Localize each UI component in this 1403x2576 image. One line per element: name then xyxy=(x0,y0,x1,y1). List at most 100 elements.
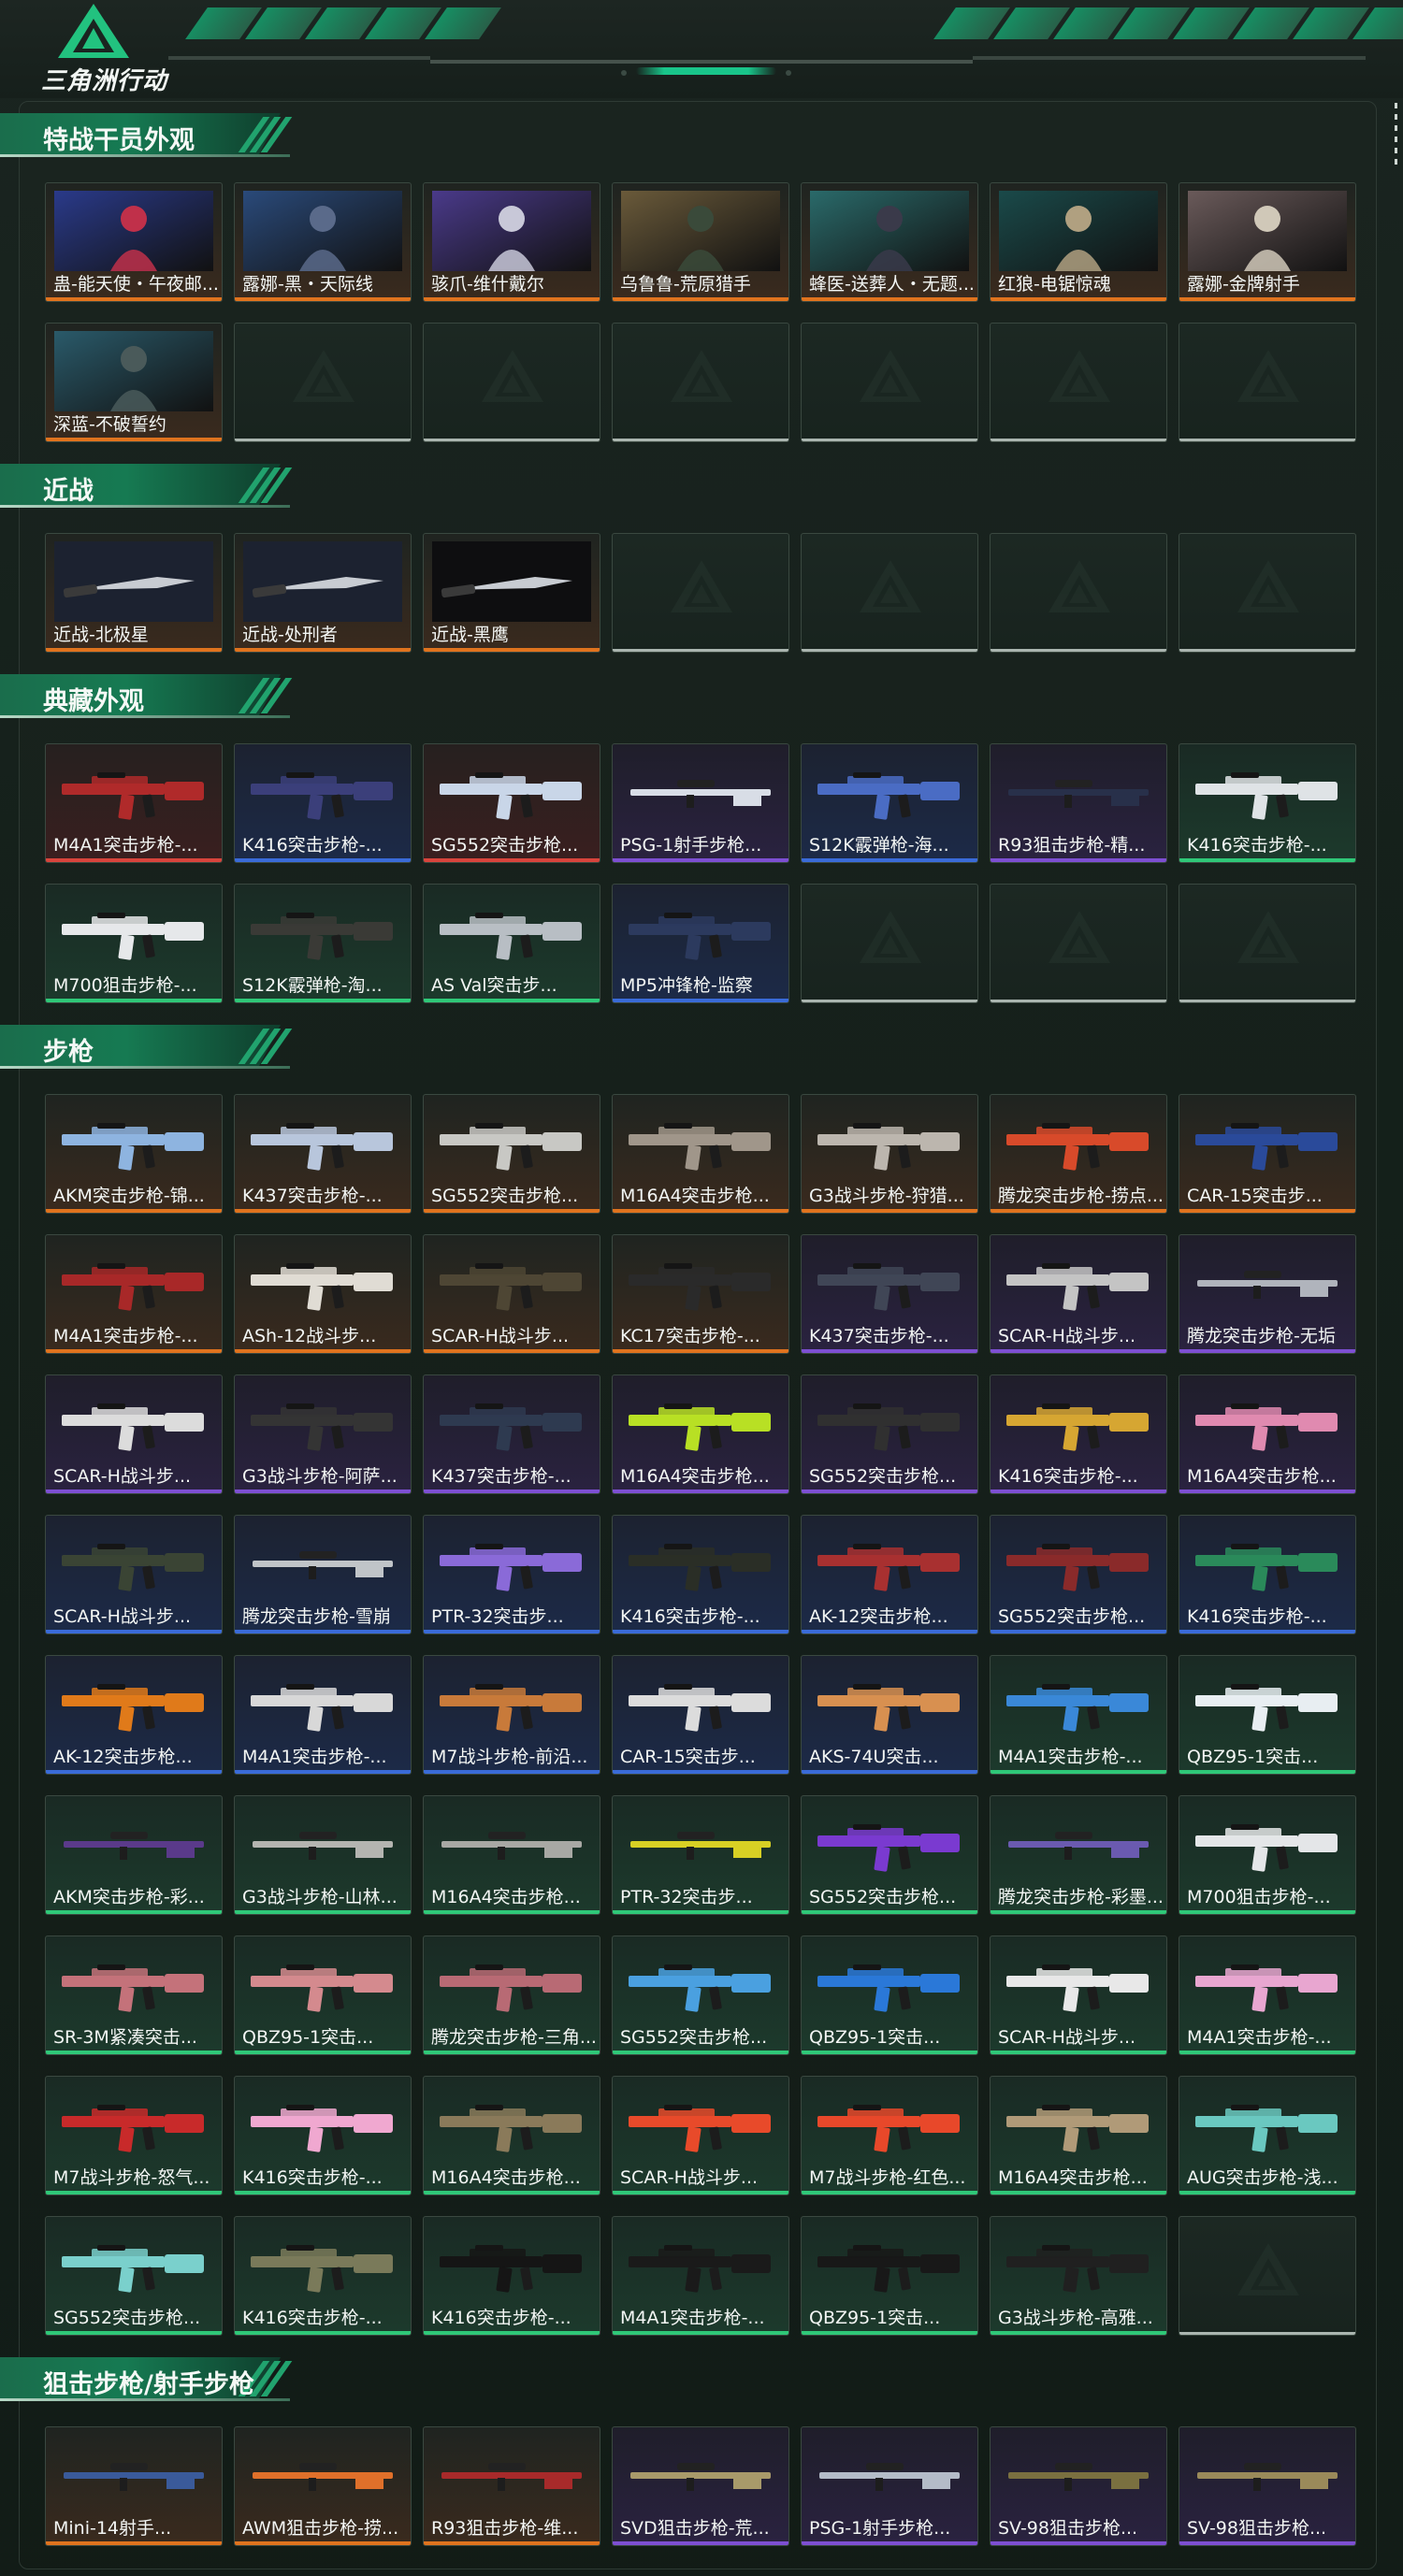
item-card[interactable]: G3战斗步枪-山林... xyxy=(234,1795,412,1915)
item-card[interactable]: CAR-15突击步... xyxy=(1179,1094,1356,1214)
item-card[interactable]: K416突击步枪-... xyxy=(234,743,412,863)
item-card[interactable]: K437突击步枪-... xyxy=(423,1374,600,1494)
item-card[interactable]: M16A4突击步枪... xyxy=(1179,1374,1356,1494)
item-card[interactable]: AS Val突击步... xyxy=(423,884,600,1003)
item-card[interactable]: QBZ95-1突击... xyxy=(801,2216,978,2336)
item-card[interactable]: SG552突击步枪... xyxy=(612,1936,789,2055)
item-card[interactable]: 蜂医-送葬人・无题... xyxy=(801,182,978,302)
item-card[interactable]: 腾龙突击步枪-无垢 xyxy=(1179,1234,1356,1354)
item-card[interactable]: SG552突击步枪... xyxy=(990,1515,1167,1634)
item-card[interactable]: M16A4突击步枪... xyxy=(990,2076,1167,2195)
item-card[interactable]: SCAR-H战斗步... xyxy=(990,1936,1167,2055)
item-card[interactable]: 骇爪-维什戴尔 xyxy=(423,182,600,302)
item-card[interactable]: M16A4突击步枪... xyxy=(423,1795,600,1915)
item-card[interactable]: S12K霰弹枪-淘... xyxy=(234,884,412,1003)
item-card[interactable]: SCAR-H战斗步... xyxy=(612,2076,789,2195)
item-card[interactable]: M700狙击步枪-... xyxy=(45,884,223,1003)
item-card[interactable]: M4A1突击步枪-... xyxy=(1179,1936,1356,2055)
item-card[interactable]: K416突击步枪-... xyxy=(234,2216,412,2336)
item-card[interactable]: KC17突击步枪-... xyxy=(612,1234,789,1354)
item-card[interactable]: SV-98狙击步枪... xyxy=(1179,2426,1356,2546)
item-card[interactable]: K416突击步枪-... xyxy=(612,1515,789,1634)
item-card[interactable]: 深蓝-不破誓约 xyxy=(45,323,223,442)
item-card[interactable]: G3战斗步枪-狩猎... xyxy=(801,1094,978,1214)
rifle-icon xyxy=(251,2245,393,2293)
sniper-rifle-icon xyxy=(441,2463,582,2491)
item-card[interactable]: K416突击步枪-... xyxy=(990,1374,1167,1494)
item-card[interactable]: R93狙击步枪-精... xyxy=(990,743,1167,863)
item-card[interactable]: PTR-32突击步... xyxy=(612,1795,789,1915)
item-card[interactable]: ASh-12战斗步... xyxy=(234,1234,412,1354)
item-card[interactable]: K437突击步枪-... xyxy=(801,1234,978,1354)
item-card[interactable]: AKM突击步枪-彩... xyxy=(45,1795,223,1915)
item-card[interactable]: SCAR-H战斗步... xyxy=(45,1515,223,1634)
item-name-label: 腾龙突击步枪-三角... xyxy=(431,2027,596,2048)
item-card[interactable]: M16A4突击步枪... xyxy=(612,1374,789,1494)
item-card[interactable]: M7战斗步枪-怒气... xyxy=(45,2076,223,2195)
item-card[interactable]: S12K霰弹枪-海... xyxy=(801,743,978,863)
placeholder-delta-icon xyxy=(671,350,732,402)
item-name-label: R93狙击步枪-维... xyxy=(431,2518,579,2539)
item-card[interactable]: 近战-处刑者 xyxy=(234,533,412,653)
item-card[interactable]: AWM狙击步枪-捞... xyxy=(234,2426,412,2546)
item-card[interactable]: SVD狙击步枪-荒... xyxy=(612,2426,789,2546)
item-card[interactable]: SG552突击步枪... xyxy=(801,1795,978,1915)
item-card[interactable]: M4A1突击步枪-... xyxy=(45,743,223,863)
item-card[interactable]: AKM突击步枪-锦... xyxy=(45,1094,223,1214)
item-card[interactable]: 腾龙突击步枪-三角... xyxy=(423,1936,600,2055)
item-card[interactable]: 红狼-电锯惊魂 xyxy=(990,182,1167,302)
item-card[interactable]: PTR-32突击步... xyxy=(423,1515,600,1634)
item-card[interactable]: QBZ95-1突击... xyxy=(1179,1655,1356,1775)
item-card[interactable]: AK-12突击步枪... xyxy=(45,1655,223,1775)
item-card[interactable]: K437突击步枪-... xyxy=(234,1094,412,1214)
item-card[interactable]: M7战斗步枪-前沿... xyxy=(423,1655,600,1775)
item-card[interactable]: 腾龙突击步枪-彩墨... xyxy=(990,1795,1167,1915)
item-card[interactable]: 腾龙突击步枪-雪崩 xyxy=(234,1515,412,1634)
item-card[interactable]: 近战-北极星 xyxy=(45,533,223,653)
item-card[interactable]: SCAR-H战斗步... xyxy=(423,1234,600,1354)
item-card[interactable]: M4A1突击步枪-... xyxy=(612,2216,789,2336)
rifle-icon xyxy=(62,1684,204,1732)
item-card[interactable]: M4A1突击步枪-... xyxy=(45,1234,223,1354)
item-card[interactable]: SG552突击步枪... xyxy=(801,1374,978,1494)
item-card[interactable]: MP5冲锋枪-监察 xyxy=(612,884,789,1003)
item-card[interactable]: M4A1突击步枪-... xyxy=(234,1655,412,1775)
item-card[interactable]: SR-3M紧凑突击... xyxy=(45,1936,223,2055)
item-card[interactable]: K416突击步枪-... xyxy=(1179,743,1356,863)
item-card[interactable]: SCAR-H战斗步... xyxy=(45,1374,223,1494)
item-card[interactable]: CAR-15突击步... xyxy=(612,1655,789,1775)
item-card[interactable]: 露娜-金牌射手 xyxy=(1179,182,1356,302)
item-card[interactable]: AUG突击步枪-浅... xyxy=(1179,2076,1356,2195)
item-card[interactable]: PSG-1射手步枪... xyxy=(801,2426,978,2546)
item-card[interactable]: R93狙击步枪-维... xyxy=(423,2426,600,2546)
item-card[interactable]: SV-98狙击步枪... xyxy=(990,2426,1167,2546)
scroll-indicator[interactable] xyxy=(1395,103,1397,168)
item-card[interactable]: 露娜-黑・天际线 xyxy=(234,182,412,302)
item-card[interactable]: 乌鲁鲁-荒原猎手 xyxy=(612,182,789,302)
item-card[interactable]: SCAR-H战斗步... xyxy=(990,1234,1167,1354)
item-card[interactable]: 腾龙突击步枪-捞点... xyxy=(990,1094,1167,1214)
item-card[interactable]: 蛊-能天使・午夜邮... xyxy=(45,182,223,302)
rifle-icon xyxy=(629,913,771,960)
item-card[interactable]: K416突击步枪-... xyxy=(423,2216,600,2336)
item-card[interactable]: AK-12突击步枪... xyxy=(801,1515,978,1634)
item-card[interactable]: K416突击步枪-... xyxy=(1179,1515,1356,1634)
item-card[interactable]: PSG-1射手步枪... xyxy=(612,743,789,863)
item-card[interactable]: K416突击步枪-... xyxy=(234,2076,412,2195)
item-card[interactable]: SG552突击步枪... xyxy=(423,1094,600,1214)
item-card[interactable]: 近战-黑鹰 xyxy=(423,533,600,653)
item-card[interactable]: M16A4突击步枪... xyxy=(612,1094,789,1214)
item-card[interactable]: M4A1突击步枪-... xyxy=(990,1655,1167,1775)
item-card[interactable]: QBZ95-1突击... xyxy=(234,1936,412,2055)
item-card[interactable]: M16A4突击步枪... xyxy=(423,2076,600,2195)
item-card[interactable]: M7战斗步枪-红色... xyxy=(801,2076,978,2195)
item-card[interactable]: SG552突击步枪... xyxy=(423,743,600,863)
item-card[interactable]: G3战斗步枪-高雅... xyxy=(990,2216,1167,2336)
item-card[interactable]: AKS-74U突击... xyxy=(801,1655,978,1775)
item-card[interactable]: G3战斗步枪-阿萨... xyxy=(234,1374,412,1494)
item-card[interactable]: Mini-14射手... xyxy=(45,2426,223,2546)
rifle-icon xyxy=(1195,1403,1338,1451)
item-card[interactable]: SG552突击步枪... xyxy=(45,2216,223,2336)
item-card[interactable]: QBZ95-1突击... xyxy=(801,1936,978,2055)
item-card[interactable]: M700狙击步枪-... xyxy=(1179,1795,1356,1915)
